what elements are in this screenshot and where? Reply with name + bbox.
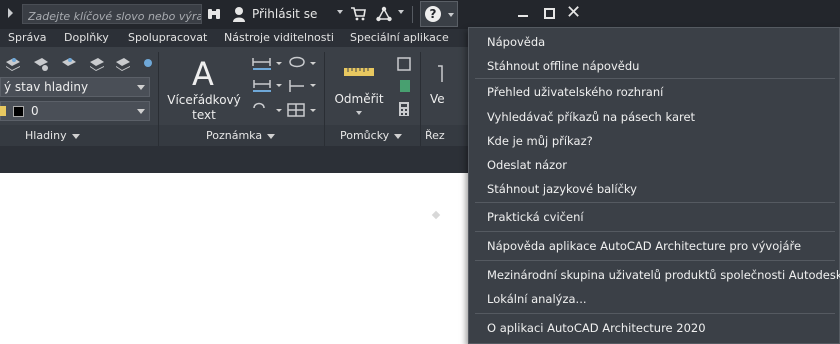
a360-share-icon[interactable] xyxy=(376,6,392,22)
menu-item-language-packs[interactable]: Stáhnout jazykové balíčky xyxy=(487,182,637,196)
autocad-window: Přihlásit se ? ✕ Správa Doplňky Spolupra… xyxy=(0,0,840,344)
menu-separator xyxy=(475,78,835,79)
tab-spolupracovat[interactable]: Spolupracovat xyxy=(128,31,207,44)
separator xyxy=(412,6,413,23)
utility-tools-icon[interactable] xyxy=(396,56,412,120)
signin-dropdown-icon[interactable] xyxy=(337,10,343,14)
panel-title-pomucky[interactable]: Pomůcky xyxy=(340,129,403,142)
binoculars-icon[interactable] xyxy=(207,7,221,21)
menu-item-send-feedback[interactable]: Odeslat názor xyxy=(487,158,567,172)
share-dropdown-icon[interactable] xyxy=(398,10,404,14)
tab-specialni-aplikace[interactable]: Speciální aplikace xyxy=(350,31,449,44)
menu-item-offline-help[interactable]: Stáhnout offline nápovědu xyxy=(487,59,639,73)
search-input[interactable] xyxy=(23,7,201,26)
menu-item-where-is-my-command[interactable]: Kde je můj příkaz? xyxy=(487,134,593,148)
annotation-tools-icon[interactable] xyxy=(250,54,320,124)
multiline-text-button[interactable]: Víceřádkový text xyxy=(166,93,242,123)
section-button[interactable]: Ve xyxy=(430,92,450,107)
ruler-icon[interactable] xyxy=(344,64,374,78)
menu-item-napoveda[interactable]: Nápověda xyxy=(487,35,545,49)
menu-item-developer-help[interactable]: Nápověda aplikace AutoCAD Architecture p… xyxy=(487,239,801,253)
menu-item-local-analysis[interactable]: Lokální analýza... xyxy=(487,292,587,306)
section-icon[interactable] xyxy=(436,64,446,84)
tab-sprava[interactable]: Správa xyxy=(8,31,46,44)
chevron-down-icon[interactable] xyxy=(356,111,362,115)
panel-title-poznamka[interactable]: Poznámka xyxy=(206,129,276,142)
layer-tools-icon[interactable] xyxy=(4,54,154,74)
chevron-down-icon xyxy=(137,109,145,114)
lightbulb-icon xyxy=(0,106,6,116)
menu-separator xyxy=(475,313,835,314)
layer-combo[interactable]: 0 xyxy=(0,101,150,121)
layer-name-value: 0 xyxy=(31,104,39,118)
help-button[interactable]: ? xyxy=(420,1,458,27)
title-bar: Přihlásit se ? ✕ xyxy=(0,0,840,29)
menu-item-ribbon-command-finder[interactable]: Vyhledávač příkazů na pásech karet xyxy=(487,110,695,124)
help-dropdown-icon xyxy=(448,13,454,17)
maximize-button[interactable] xyxy=(544,8,555,19)
panel-separator xyxy=(420,52,421,146)
panel-separator xyxy=(158,52,159,146)
layer-state-value: ý stav hladiny xyxy=(4,80,89,94)
user-icon[interactable] xyxy=(232,6,246,22)
chevron-down-icon xyxy=(137,85,145,90)
viewcube-fragment xyxy=(431,210,441,220)
menu-item-about[interactable]: O aplikaci AutoCAD Architecture 2020 xyxy=(487,321,706,335)
layer-state-combo[interactable]: ý stav hladiny xyxy=(0,77,150,97)
menu-separator xyxy=(475,260,835,261)
signin-link[interactable]: Přihlásit se xyxy=(252,7,317,21)
layer-color-swatch xyxy=(13,106,24,117)
panel-title-rez[interactable]: Řez xyxy=(425,129,445,142)
panel-separator xyxy=(324,52,325,146)
menu-separator xyxy=(475,231,835,232)
menu-item-tutorials[interactable]: Praktická cvičení xyxy=(487,210,584,224)
help-menu: Nápověda Stáhnout offline nápovědu Přehl… xyxy=(468,27,840,344)
menu-item-user-group[interactable]: Mezinárodní skupina uživatelů produktů s… xyxy=(487,268,840,282)
minimize-button[interactable] xyxy=(518,15,528,17)
menu-item-ui-overview[interactable]: Přehled uživatelského rozhraní xyxy=(487,85,663,99)
tab-nastroje-viditelnosti[interactable]: Nástroje viditelnosti xyxy=(224,31,334,44)
help-icon: ? xyxy=(425,6,441,22)
menu-separator xyxy=(475,202,835,203)
panel-title-hladiny[interactable]: Hladiny xyxy=(25,129,80,142)
tab-doplnky[interactable]: Doplňky xyxy=(64,31,109,44)
cart-icon[interactable] xyxy=(351,7,366,21)
measure-button[interactable]: Odměřit xyxy=(331,92,387,107)
expand-arrow-icon[interactable] xyxy=(8,8,13,18)
multiline-text-icon[interactable]: A xyxy=(192,55,214,93)
search-box[interactable] xyxy=(22,4,202,26)
close-button[interactable]: ✕ xyxy=(566,2,581,23)
